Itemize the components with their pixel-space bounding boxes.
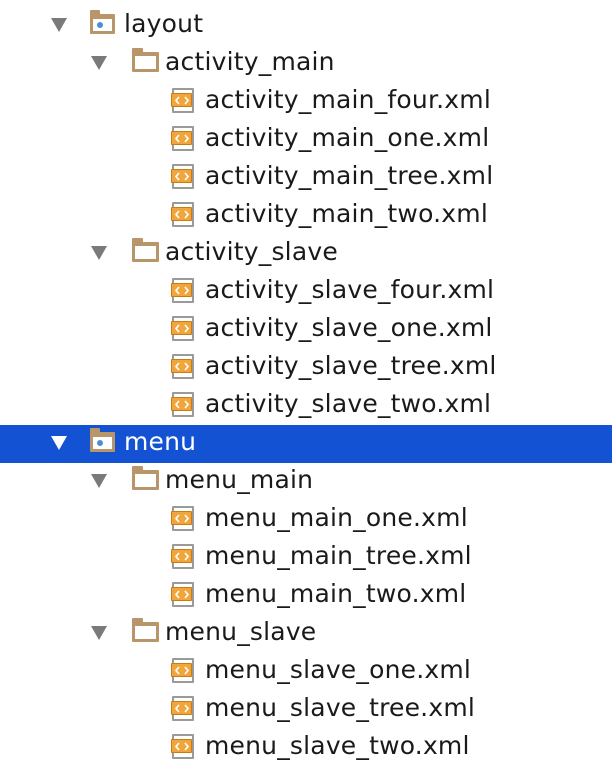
expand-arrow-icon[interactable] bbox=[91, 56, 107, 70]
tree-row-activity-slave-four[interactable]: activity_slave_four.xml bbox=[0, 273, 612, 311]
tree-row-menu-slave-tree[interactable]: menu_slave_tree.xml bbox=[0, 691, 612, 729]
tree-label: layout bbox=[124, 9, 204, 38]
tree-label: menu_main_two.xml bbox=[205, 579, 467, 608]
xml-file-icon bbox=[171, 316, 194, 341]
tree-label: activity_slave_four.xml bbox=[205, 275, 495, 304]
tree-label: menu_slave_two.xml bbox=[205, 731, 470, 760]
tree-label: menu_main_tree.xml bbox=[205, 541, 472, 570]
tree-label: activity_main_one.xml bbox=[205, 123, 490, 152]
xml-file-icon bbox=[171, 658, 194, 683]
xml-file-icon bbox=[171, 278, 194, 303]
tree-label: activity_main bbox=[165, 47, 335, 76]
xml-file-icon bbox=[171, 734, 194, 759]
tree-label: activity_slave_two.xml bbox=[205, 389, 492, 418]
xml-file-icon bbox=[171, 354, 194, 379]
tree-row-menu-slave-one[interactable]: menu_slave_one.xml bbox=[0, 653, 612, 691]
xml-file-icon bbox=[171, 392, 194, 417]
project-tree: layout activity_main activity_main_four.xm… bbox=[0, 7, 612, 767]
tree-row-menu-main-two[interactable]: menu_main_two.xml bbox=[0, 577, 612, 615]
xml-file-icon bbox=[171, 88, 194, 113]
tree-row-menu-slave[interactable]: menu_slave bbox=[0, 615, 612, 653]
tree-row-activity-main-four[interactable]: activity_main_four.xml bbox=[0, 83, 612, 121]
resource-folder-icon bbox=[90, 428, 115, 452]
xml-file-icon bbox=[171, 696, 194, 721]
xml-file-icon bbox=[171, 506, 194, 531]
tree-row-activity-main-one[interactable]: activity_main_one.xml bbox=[0, 121, 612, 159]
folder-icon bbox=[132, 618, 159, 642]
resource-folder-icon bbox=[90, 10, 115, 34]
xml-file-icon bbox=[171, 582, 194, 607]
tree-row-activity-main-two[interactable]: activity_main_two.xml bbox=[0, 197, 612, 235]
xml-file-icon bbox=[171, 164, 194, 189]
expand-arrow-icon[interactable] bbox=[91, 626, 107, 640]
tree-label: menu_slave_tree.xml bbox=[205, 693, 476, 722]
tree-label: menu bbox=[124, 427, 197, 456]
tree-row-menu-main[interactable]: menu_main bbox=[0, 463, 612, 501]
tree-label: menu_slave bbox=[165, 617, 317, 646]
tree-row-menu-slave-two[interactable]: menu_slave_two.xml bbox=[0, 729, 612, 767]
tree-label: activity_slave_tree.xml bbox=[205, 351, 497, 380]
expand-arrow-icon[interactable] bbox=[51, 436, 67, 450]
expand-arrow-icon[interactable] bbox=[91, 246, 107, 260]
tree-row-menu[interactable]: menu bbox=[0, 425, 612, 463]
folder-icon bbox=[132, 238, 159, 262]
tree-row-activity-slave[interactable]: activity_slave bbox=[0, 235, 612, 273]
expand-arrow-icon[interactable] bbox=[91, 474, 107, 488]
tree-label: activity_slave_one.xml bbox=[205, 313, 493, 342]
tree-label: activity_main_two.xml bbox=[205, 199, 488, 228]
folder-icon bbox=[132, 466, 159, 490]
expand-arrow-icon[interactable] bbox=[51, 18, 67, 32]
tree-label: menu_main bbox=[165, 465, 314, 494]
tree-row-activity-main-tree[interactable]: activity_main_tree.xml bbox=[0, 159, 612, 197]
tree-label: menu_slave_one.xml bbox=[205, 655, 472, 684]
tree-label: activity_main_tree.xml bbox=[205, 161, 494, 190]
folder-icon bbox=[132, 48, 159, 72]
tree-row-menu-main-tree[interactable]: menu_main_tree.xml bbox=[0, 539, 612, 577]
tree-row-layout[interactable]: layout bbox=[0, 7, 612, 45]
tree-label: activity_slave bbox=[165, 237, 338, 266]
tree-row-activity-slave-two[interactable]: activity_slave_two.xml bbox=[0, 387, 612, 425]
tree-row-activity-main[interactable]: activity_main bbox=[0, 45, 612, 83]
tree-label: menu_main_one.xml bbox=[205, 503, 468, 532]
tree-row-activity-slave-one[interactable]: activity_slave_one.xml bbox=[0, 311, 612, 349]
xml-file-icon bbox=[171, 544, 194, 569]
tree-row-activity-slave-tree[interactable]: activity_slave_tree.xml bbox=[0, 349, 612, 387]
tree-label: activity_main_four.xml bbox=[205, 85, 491, 114]
xml-file-icon bbox=[171, 202, 194, 227]
xml-file-icon bbox=[171, 126, 194, 151]
tree-row-menu-main-one[interactable]: menu_main_one.xml bbox=[0, 501, 612, 539]
